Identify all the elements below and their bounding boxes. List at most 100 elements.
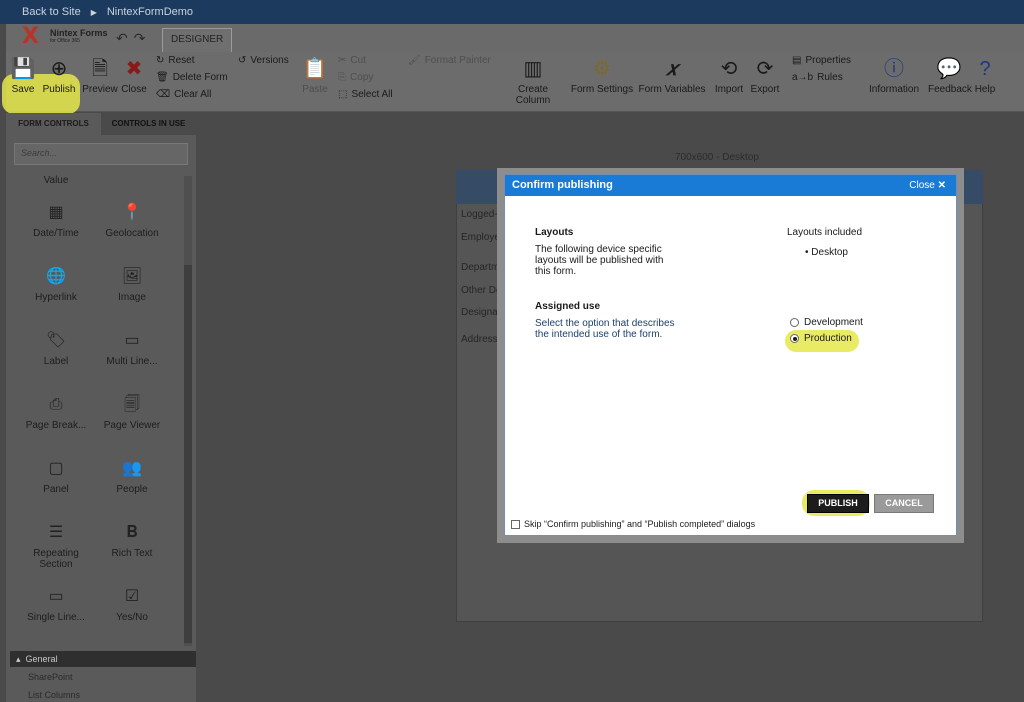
paste-button[interactable]: 📋 Paste (300, 56, 330, 95)
select-all-button[interactable]: ⬚ Select All (338, 86, 393, 102)
page-viewer-icon: 🗐 (121, 394, 143, 416)
clear-all-button[interactable]: ⌫Clear All (156, 86, 211, 102)
radio-button[interactable] (790, 318, 799, 327)
form-settings-button[interactable]: ⚙ Form Settings (570, 56, 634, 95)
help-button[interactable]: ? Help (972, 56, 998, 95)
control-item-people[interactable]: 👥People (96, 458, 168, 495)
section-general[interactable]: ▴ General (10, 651, 196, 667)
close-button[interactable]: ✖ Close (120, 56, 148, 95)
reset-button[interactable]: ↻Reset (156, 52, 195, 68)
undo-icon[interactable]: ↶ (116, 30, 134, 46)
save-button[interactable]: 💾 Save (10, 56, 36, 95)
versions-button[interactable]: ↺Versions (238, 52, 289, 68)
feedback-button[interactable]: 💬 Feedback (928, 56, 970, 95)
cancel-dialog-button[interactable]: CANCEL (874, 494, 934, 513)
panel-icon: ▢ (45, 458, 67, 480)
save-icon: 💾 (10, 56, 36, 82)
trash-icon: 🗑 (156, 72, 169, 83)
control-label: Date/Time (33, 228, 79, 239)
confirm-publishing-dialog: Confirm publishing Close ✕ Layouts The f… (504, 174, 957, 536)
export-icon: ⟳ (752, 56, 778, 82)
feedback-label: Feedback (928, 84, 972, 95)
form-field-label[interactable]: Departm (461, 262, 499, 273)
delete-form-label: Delete Form (173, 72, 228, 83)
sub-item-sharepoint[interactable]: SharePoint (28, 672, 73, 682)
radio-button-selected[interactable] (790, 334, 799, 343)
ribbon-tab-row: X Nintex Forms for Office 365 ↶↷ DESIGNE… (6, 24, 1024, 52)
calendar-icon: ▦ (45, 202, 67, 224)
control-label: Repeating Section (33, 548, 79, 570)
form-field-label[interactable]: Employe (461, 232, 500, 243)
control-item-yes-no[interactable]: ☑Yes/No (96, 586, 168, 623)
sub-item-list-columns[interactable]: List Columns (28, 690, 80, 700)
cut-label: Cut (350, 55, 366, 66)
scrollbar-thumb[interactable] (184, 265, 192, 643)
select-all-icon: ⬚ (338, 89, 347, 100)
control-label: Rich Text (112, 548, 153, 559)
import-icon: ⟲ (716, 56, 742, 82)
radio-production[interactable]: Production (790, 333, 852, 344)
close-icon: ✖ (121, 56, 147, 82)
control-label: Geolocation (105, 228, 158, 239)
information-button[interactable]: ⓘ Information (866, 56, 922, 95)
back-to-site-link[interactable]: Back to Site (22, 6, 81, 18)
rich-text-icon: 𝐁 (121, 522, 143, 544)
search-input[interactable]: Search... (14, 143, 188, 165)
tab-form-controls[interactable]: FORM CONTROLS (6, 113, 101, 135)
redo-icon[interactable]: ↷ (134, 30, 152, 46)
publish-dialog-button[interactable]: PUBLISH (807, 494, 869, 513)
people-icon: 👥 (121, 458, 143, 480)
publish-label: Publish (43, 84, 76, 95)
checkbox[interactable] (511, 520, 520, 529)
select-all-label: Select All (351, 89, 392, 100)
control-item-date-time[interactable]: ▦ Date/Time (20, 202, 92, 239)
create-column-button[interactable]: ▥ Create Column (500, 56, 566, 106)
radio-development[interactable]: Development (790, 317, 863, 328)
control-item-repeating-section[interactable]: ☰Repeating Section (20, 522, 92, 570)
create-column-label: Create Column (516, 84, 550, 106)
label-icon: 🏷 (45, 330, 67, 352)
form-field-label[interactable]: Designat (461, 307, 500, 318)
layout-list-item: • Desktop (805, 247, 848, 258)
control-item-single-line[interactable]: ▭Single Line... (20, 586, 92, 623)
format-painter-button[interactable]: 🖌Format Painter (408, 52, 491, 68)
canvas-size-label: 700x600 - Desktop (675, 152, 759, 163)
export-button[interactable]: ⟳ Export (748, 56, 782, 95)
properties-icon: ▤ (792, 55, 801, 66)
control-item-multi-line[interactable]: ▭Multi Line... (96, 330, 168, 367)
control-item-page-viewer[interactable]: 🗐Page Viewer (96, 394, 168, 431)
control-label: Hyperlink (35, 292, 77, 303)
tab-designer[interactable]: DESIGNER (162, 28, 232, 52)
import-button[interactable]: ⟲ Import (712, 56, 746, 95)
cut-button[interactable]: ✂Cut (338, 52, 366, 68)
tab-controls-in-use[interactable]: CONTROLS IN USE (101, 113, 196, 135)
form-field-label[interactable]: Logged-I (461, 209, 500, 220)
control-item-label[interactable]: 🏷 Label (20, 330, 92, 367)
form-variables-button[interactable]: 𝑥 Form Variables (638, 56, 706, 95)
control-item-image[interactable]: 🖼Image (96, 266, 168, 303)
delete-form-button[interactable]: 🗑 Delete Form (156, 69, 228, 85)
control-item-geolocation[interactable]: 📍Geolocation (96, 202, 168, 239)
skip-dialogs-checkbox[interactable]: Skip “Confirm publishing” and “Publish c… (511, 519, 755, 529)
skip-dialogs-label: Skip “Confirm publishing” and “Publish c… (524, 519, 755, 529)
control-item-rich-text[interactable]: 𝐁 Rich Text (96, 522, 168, 559)
form-field-label[interactable]: Address (461, 334, 498, 345)
control-item-panel[interactable]: ▢Panel (20, 458, 92, 495)
nintex-x-icon: X (22, 24, 39, 49)
rules-button[interactable]: a→bRules (792, 69, 843, 85)
copy-button[interactable]: ⎘Copy (338, 69, 373, 85)
eraser-icon: ⌫ (156, 89, 170, 100)
dialog-close-button[interactable]: Close ✕ (909, 175, 946, 196)
globe-icon: 🌐 (45, 266, 67, 288)
control-item-hyperlink[interactable]: 🌐 Hyperlink (20, 266, 92, 303)
properties-button[interactable]: ▤Properties (792, 52, 851, 68)
reset-icon: ↻ (156, 55, 164, 66)
form-field-label[interactable]: Other De (461, 285, 502, 296)
control-label: Label (44, 356, 68, 367)
checkbox-icon: ☑ (121, 586, 143, 608)
control-item-page-break[interactable]: ⎙Page Break... (20, 394, 92, 431)
site-name-link[interactable]: NintexFormDemo (107, 6, 193, 18)
publish-button[interactable]: ⊕ Publish (42, 56, 76, 95)
preview-button[interactable]: 🗎 Preview (82, 56, 118, 95)
variable-x-icon: 𝑥 (659, 56, 685, 82)
